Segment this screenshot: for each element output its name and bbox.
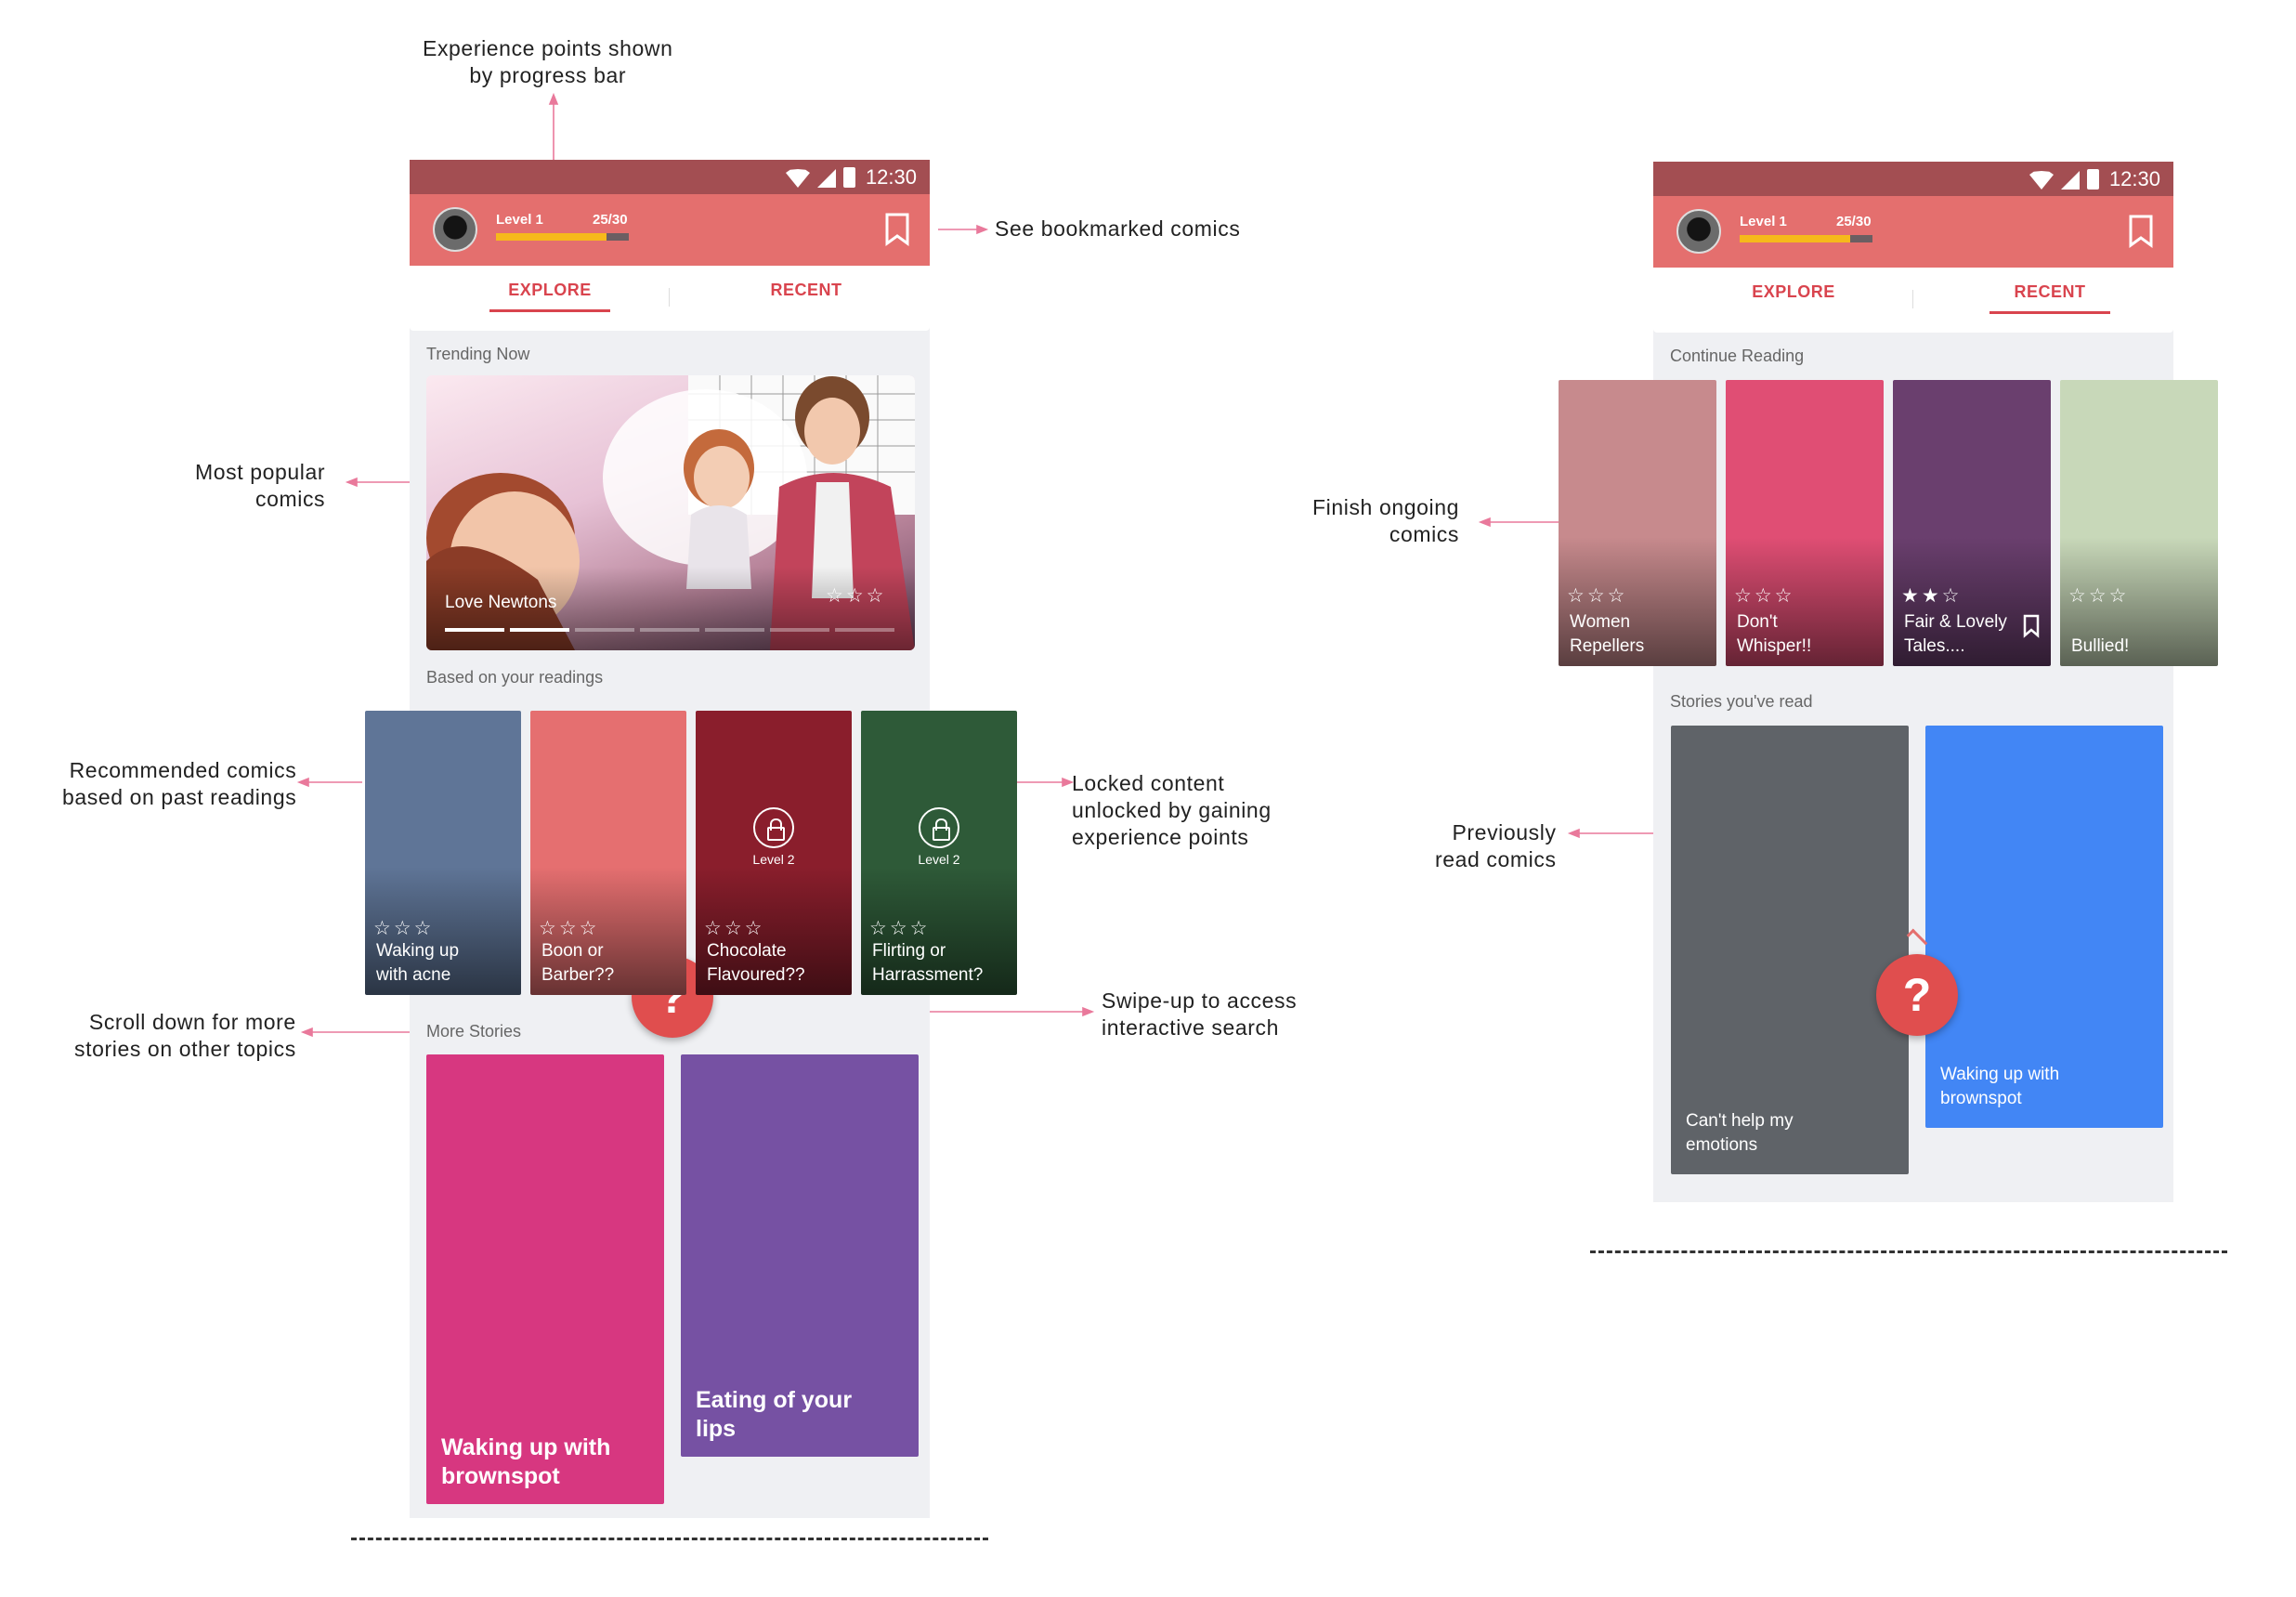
- recommended-comic-card[interactable]: Level 2 ☆☆☆ Flirting or Harrassment?: [861, 711, 1017, 995]
- avatar[interactable]: [1676, 209, 1721, 254]
- interactive-search-button[interactable]: ?: [1876, 954, 1958, 1036]
- rating-stars: ★★☆: [1901, 585, 1963, 607]
- rating-stars: ☆☆☆: [869, 918, 931, 939]
- level-label: Level 1: [496, 212, 543, 228]
- app-bar: Level 1 25/30: [410, 194, 930, 266]
- battery-icon: [843, 167, 855, 188]
- continue-reading-card[interactable]: ☆☆☆ Bullied!: [2060, 380, 2218, 666]
- rating-stars: ☆☆☆: [704, 918, 765, 939]
- section-divider: [1590, 1250, 2227, 1253]
- battery-icon: [2087, 169, 2099, 190]
- carousel-dot[interactable]: [575, 628, 634, 632]
- lock-icon: [919, 807, 959, 848]
- carousel-indicator[interactable]: [445, 628, 894, 632]
- bookmark-icon[interactable]: [885, 213, 909, 246]
- wifi-icon: [2029, 171, 2054, 190]
- signal-icon: [817, 169, 836, 188]
- annotation-bookmarked: See bookmarked comics: [995, 216, 1241, 241]
- tab-bar: EXPLORE RECENT: [410, 266, 930, 331]
- section-title-continue: Continue Reading: [1670, 347, 1805, 365]
- section-title-more: More Stories: [426, 1022, 522, 1041]
- carousel-dot[interactable]: [510, 628, 569, 632]
- lock-level-label: Level 2: [918, 852, 960, 867]
- annotation-previous: Previously read comics: [1435, 820, 1557, 871]
- annotation-scroll: Scroll down for more stories on other top…: [74, 1010, 296, 1061]
- swipe-up-chevron-icon: [1906, 928, 1928, 950]
- section-title-readings: Based on your readings: [426, 668, 604, 687]
- annotation-locked: Locked content unlocked by gaining experie…: [1072, 771, 1272, 849]
- comic-title: Women Repellers: [1570, 612, 1645, 656]
- avatar[interactable]: [433, 207, 477, 252]
- comic-title: Waking up with acne: [376, 941, 460, 985]
- recent-screen: 12:30 Level 1 25/30 EXPLORE RECENT Conti…: [1559, 162, 2218, 1202]
- continue-reading-card[interactable]: ★★☆ Fair & Lovely Tales....: [1893, 380, 2051, 666]
- tab-explore[interactable]: EXPLORE: [489, 281, 610, 312]
- level-label: Level 1: [1740, 214, 1787, 229]
- carousel-dot[interactable]: [445, 628, 504, 632]
- comic-title: Bullied!: [2071, 636, 2130, 656]
- rating-stars: ☆☆☆: [539, 918, 600, 939]
- status-bar: 12:30: [410, 160, 930, 194]
- recommended-comic-card[interactable]: Level 2 ☆☆☆ Chocolate Flavoured??: [696, 711, 852, 995]
- signal-icon: [2061, 171, 2080, 190]
- carousel-dot[interactable]: [705, 628, 764, 632]
- lock-level-label: Level 2: [752, 852, 795, 867]
- lock-icon: [753, 807, 794, 848]
- comic-title: Fair & Lovely Tales....: [1904, 612, 2007, 656]
- annotation-recommended: Recommended comics based on past readings: [62, 758, 297, 809]
- xp-count: 25/30: [1836, 214, 1872, 229]
- carousel-dot[interactable]: [770, 628, 829, 632]
- trending-title: Love Newtons: [445, 593, 557, 612]
- tab-recent[interactable]: RECENT: [746, 281, 867, 309]
- rating-stars: ☆☆☆: [1734, 585, 1795, 607]
- wifi-icon: [786, 169, 810, 188]
- comic-title: Chocolate Flavoured??: [707, 941, 805, 985]
- tab-recent[interactable]: RECENT: [1989, 282, 2110, 314]
- story-card[interactable]: Eating of your lips: [681, 1054, 919, 1457]
- trending-card[interactable]: Love Newtons ☆☆☆: [426, 375, 915, 650]
- explore-screen: 12:30 Level 1 25/30 EXPLORE RECENT Trend…: [365, 160, 1017, 1518]
- bookmark-icon[interactable]: [2023, 614, 2040, 638]
- section-title-read: Stories you've read: [1670, 692, 1813, 711]
- annotation-popular: Most popular comics: [195, 460, 326, 511]
- continue-reading-card[interactable]: ☆☆☆ Women Repellers: [1559, 380, 1716, 666]
- xp-progress-bar: [1740, 235, 1872, 242]
- annotation-ongoing: Finish ongoing comics: [1312, 495, 1460, 546]
- status-bar: 12:30: [1653, 162, 2173, 196]
- bookmark-icon[interactable]: [2129, 215, 2153, 248]
- rating-stars: ☆☆☆: [373, 918, 435, 939]
- section-divider: [351, 1538, 988, 1540]
- continue-reading-card[interactable]: ☆☆☆ Don't Whisper!!: [1726, 380, 1884, 666]
- comic-title: Boon or Barber??: [541, 941, 615, 985]
- story-card[interactable]: Waking up with brownspot: [1925, 726, 2163, 1128]
- app-bar: Level 1 25/30: [1653, 196, 2173, 268]
- recommended-comic-card[interactable]: ☆☆☆ Waking up with acne: [365, 711, 521, 995]
- recommended-comic-card[interactable]: ☆☆☆ Boon or Barber??: [530, 711, 686, 995]
- carousel-dot[interactable]: [640, 628, 699, 632]
- section-title-trending: Trending Now: [426, 345, 530, 363]
- tab-bar: EXPLORE RECENT: [1653, 268, 2173, 333]
- rating-stars: ☆☆☆: [2068, 585, 2130, 607]
- status-time: 12:30: [865, 165, 917, 189]
- status-time: 12:30: [2108, 167, 2160, 190]
- comic-title: Flirting or Harrassment?: [872, 941, 984, 985]
- xp-count: 25/30: [593, 212, 628, 228]
- story-card[interactable]: Can't help my emotions: [1671, 726, 1909, 1174]
- rating-stars: ☆☆☆: [826, 585, 887, 607]
- annotation-swipe: Swipe-up to access interactive search: [1102, 988, 1298, 1040]
- tab-explore[interactable]: EXPLORE: [1733, 282, 1854, 311]
- xp-progress-bar: [496, 233, 629, 241]
- story-card[interactable]: Waking up with brownspot: [426, 1054, 664, 1504]
- carousel-dot[interactable]: [835, 628, 894, 632]
- annotation-xp: Experience points shown by progress bar: [423, 36, 673, 87]
- rating-stars: ☆☆☆: [1567, 585, 1628, 607]
- comic-title: Don't Whisper!!: [1737, 612, 1812, 656]
